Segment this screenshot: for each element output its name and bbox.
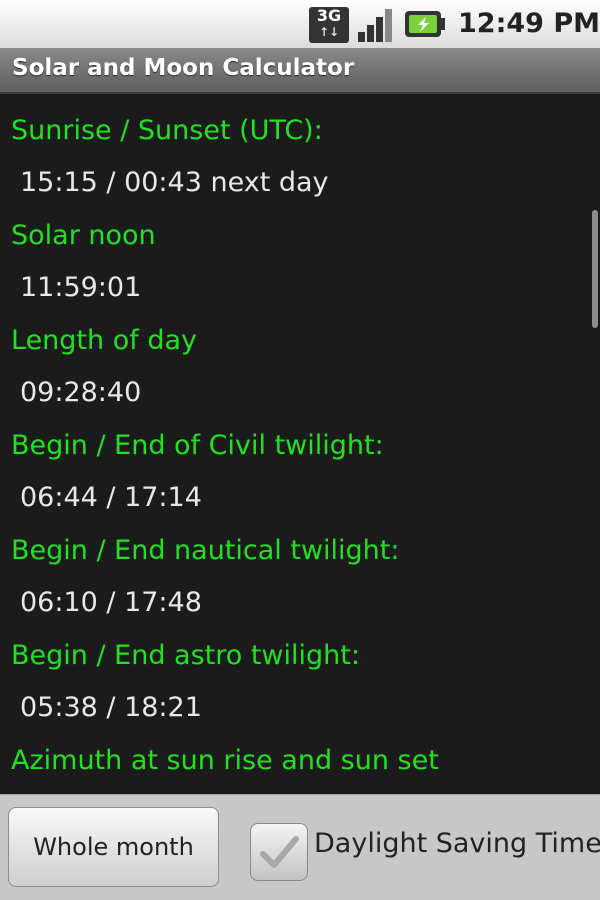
daylight-saving-checkbox[interactable] [250, 823, 308, 881]
civil-twilight-value: 06:44 / 17:14 [20, 482, 202, 513]
sunrise-sunset-value: 15:15 / 00:43 next day [20, 167, 329, 198]
scrollbar[interactable] [592, 210, 598, 328]
results-list[interactable]: Sunrise / Sunset (UTC): 15:15 / 00:43 ne… [0, 94, 600, 794]
app-title-bar: Solar and Moon Calculator [0, 48, 600, 94]
3g-network-icon: 3G ↑↓ [309, 7, 349, 43]
status-bar: 3G ↑↓ 12:49 PM [0, 0, 600, 48]
nautical-twilight-value: 06:10 / 17:48 [20, 587, 202, 618]
nautical-twilight-label: Begin / End nautical twilight: [11, 535, 400, 566]
clock: 12:49 PM [458, 8, 600, 39]
astro-twilight-value: 05:38 / 18:21 [20, 692, 202, 723]
sunrise-sunset-label: Sunrise / Sunset (UTC): [11, 115, 323, 146]
app-title: Solar and Moon Calculator [12, 55, 355, 81]
astro-twilight-label: Begin / End astro twilight: [11, 640, 360, 671]
solar-noon-label: Solar noon [11, 220, 156, 251]
bottom-toolbar: Whole month Daylight Saving Time [0, 794, 600, 900]
length-of-day-label: Length of day [11, 325, 197, 356]
azimuth-label: Azimuth at sun rise and sun set [11, 745, 439, 776]
whole-month-button[interactable]: Whole month [8, 807, 219, 887]
daylight-saving-checkbox-row[interactable]: Daylight Saving Time [248, 807, 600, 887]
length-of-day-value: 09:28:40 [20, 377, 142, 408]
signal-strength-icon [358, 9, 392, 42]
civil-twilight-label: Begin / End of Civil twilight: [11, 430, 384, 461]
daylight-saving-label: Daylight Saving Time [314, 828, 600, 859]
battery-charging-icon [405, 11, 445, 37]
checkmark-icon [260, 836, 299, 868]
solar-noon-value: 11:59:01 [20, 272, 142, 303]
